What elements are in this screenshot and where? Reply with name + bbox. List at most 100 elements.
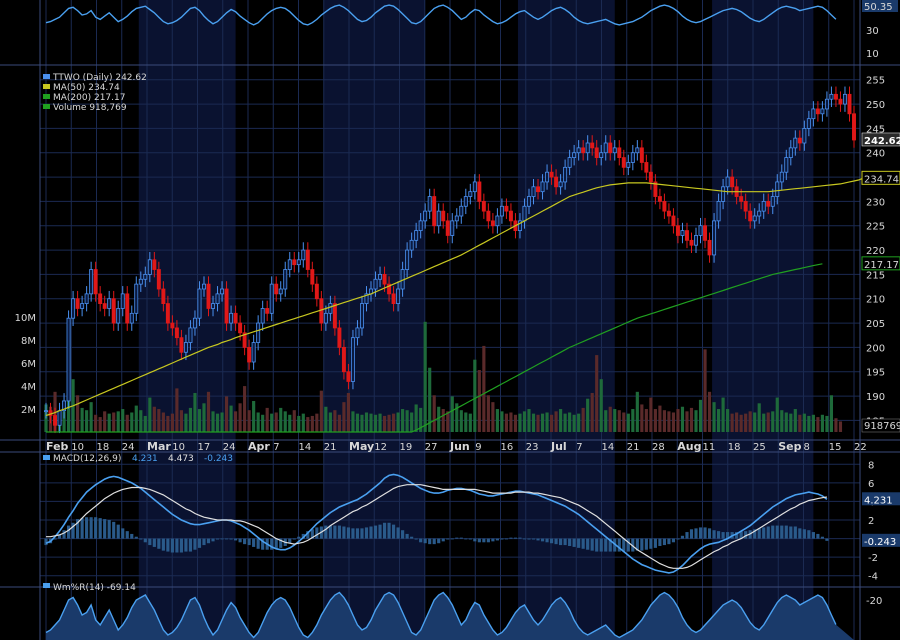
x-tick-label: 24 (223, 442, 236, 453)
macd-histogram-bar (423, 538, 427, 544)
candle-body (815, 108, 820, 115)
volume-bar (405, 410, 409, 432)
macd-histogram-bar (689, 529, 694, 539)
macd-histogram-bar (712, 530, 716, 539)
volume-bar (789, 413, 793, 432)
macd-histogram-bar (680, 535, 685, 539)
volume-bar (698, 399, 703, 432)
candle-body (224, 288, 229, 324)
x-tick-label: Jun (449, 440, 470, 453)
volume-bar (793, 409, 797, 432)
candle-body (567, 157, 572, 168)
volume-bar (179, 410, 183, 432)
candle-body (648, 171, 653, 183)
candle-body (287, 259, 292, 270)
volume-bar (252, 401, 256, 432)
macd-histogram-bar (640, 538, 644, 551)
macd-histogram-bar (197, 538, 202, 548)
candle-body (612, 147, 617, 154)
macd-histogram-bar (667, 538, 671, 545)
volume-bar (540, 413, 545, 432)
x-tick-label: 10 (71, 442, 84, 453)
volume-bar (820, 414, 824, 432)
volume-tick-label: 2M (21, 405, 36, 416)
macd-histogram-bar (703, 527, 707, 539)
volume-bar (500, 411, 504, 432)
volume-bar (504, 413, 509, 432)
macd-histogram-bar (495, 538, 499, 541)
volume-bar (76, 395, 80, 432)
volume-bar (224, 396, 229, 432)
ma50-value-label: 234.74 (864, 174, 899, 185)
volume-bar (283, 411, 287, 432)
candle-body (215, 293, 220, 305)
x-tick-label: 12 (374, 442, 387, 453)
x-tick-label: 27 (425, 442, 438, 453)
macd-histogram-bar (816, 533, 820, 539)
macd-histogram-bar (355, 528, 360, 539)
candle-body (743, 200, 748, 212)
macd-histogram-bar (554, 538, 558, 545)
volume-bar (220, 412, 224, 432)
legend-swatch (43, 84, 50, 89)
macd-histogram-bar (721, 532, 725, 539)
macd-histogram-bar (563, 538, 567, 546)
volume-bar (315, 413, 319, 432)
price-tick-label: 190 (866, 392, 885, 403)
macd-histogram-bar (184, 538, 188, 552)
volume-bar (572, 414, 576, 432)
williams-legend: Wm%R(14) -69.14 (53, 583, 136, 593)
volume-bar (838, 421, 843, 432)
candle-body (427, 196, 432, 212)
volume-bar (491, 402, 495, 432)
volume-bar (261, 414, 265, 432)
candle-body (432, 196, 437, 227)
volume-bar (784, 412, 788, 432)
volume-bar (351, 411, 355, 432)
macd-histogram-bar (658, 538, 662, 546)
candle-body (423, 210, 428, 222)
x-tick-label: 9 (475, 442, 481, 453)
volume-bar (658, 405, 662, 432)
legend-entry: MA(200) 217.17 (53, 93, 125, 103)
volume-bar (279, 407, 283, 432)
volume-bar (599, 379, 603, 432)
x-tick-label: Mar (147, 440, 171, 453)
volume-tick-label: 10M (15, 313, 36, 324)
candle-body (220, 288, 225, 295)
candle-body (391, 293, 396, 305)
x-tick-label: 17 (198, 442, 211, 453)
macd-histogram-bar (364, 527, 369, 539)
volume-bar (437, 406, 441, 432)
volume-bar (161, 412, 165, 432)
volume-bar (441, 409, 445, 432)
macd-histogram-bar (491, 538, 495, 542)
volume-bar (464, 412, 468, 432)
volume-bar (513, 414, 518, 432)
candle-body (129, 312, 134, 324)
macd-tick-label: -4 (868, 572, 878, 583)
volume-bar (568, 412, 572, 432)
candle-body (481, 200, 486, 212)
candle-body (418, 220, 423, 232)
candle-body (594, 147, 599, 159)
macd-histogram-bar (473, 538, 477, 542)
candle-body (301, 249, 306, 261)
legend-swatch (43, 94, 50, 99)
macd-histogram-bar (432, 538, 436, 545)
price-tick-label: 205 (866, 319, 885, 330)
macd-histogram-bar (513, 537, 518, 539)
candle-body (323, 312, 328, 324)
x-tick-label: 18 (728, 442, 741, 453)
volume-bar (545, 412, 549, 432)
macd-histogram-bar (477, 538, 481, 543)
last-price-label: 242.62 (864, 136, 900, 147)
macd-histogram-bar (297, 536, 301, 539)
volume-bar (622, 412, 626, 432)
macd-histogram-bar (157, 538, 161, 549)
macd-histogram-bar (527, 538, 531, 540)
volume-bar (143, 415, 147, 432)
price-tick-label: 195 (866, 368, 885, 379)
candle-body (116, 308, 121, 324)
candle-body (57, 410, 62, 426)
